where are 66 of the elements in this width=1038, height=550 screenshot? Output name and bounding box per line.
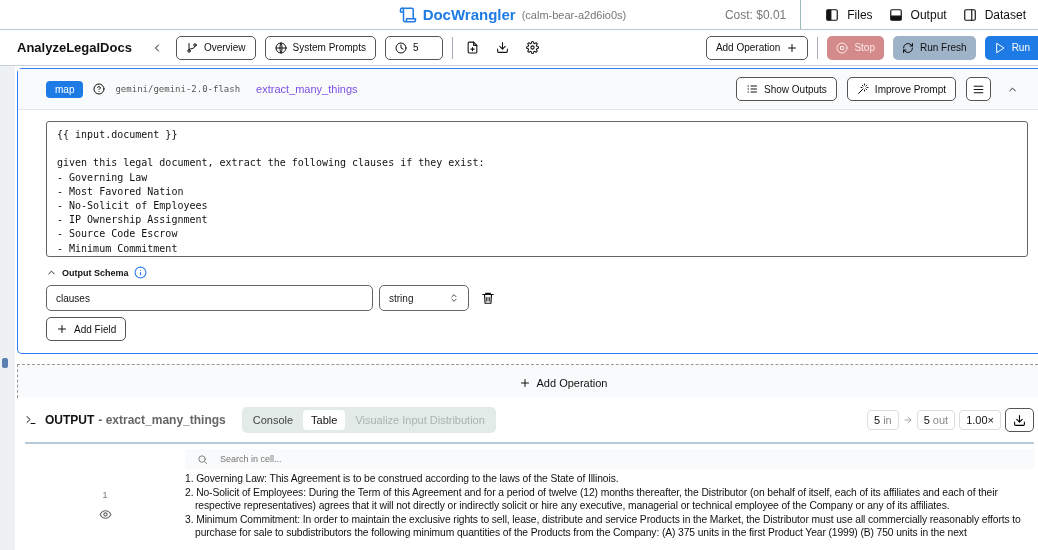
run-button[interactable]: Run [984, 35, 1038, 60]
play-icon [993, 41, 1006, 54]
up-down-icon [449, 293, 459, 303]
output-count: 5 out [916, 410, 956, 430]
operation-type-badge: map [46, 80, 84, 98]
input-count: 5 in [867, 410, 899, 430]
add-operation-button[interactable]: Add Operation [448, 375, 608, 391]
run-fresh-button[interactable]: Run Fresh [892, 35, 976, 60]
operation-button[interactable]: Show Outputs [736, 77, 837, 101]
plus-icon [56, 323, 68, 335]
arrow-right-icon [902, 415, 913, 425]
output-tab[interactable]: Console [244, 410, 302, 430]
toolbar-button[interactable]: Overview [175, 35, 256, 60]
menu-button[interactable] [966, 77, 991, 101]
cost-label: Cost: $0.01 [724, 0, 802, 29]
panel-toggle[interactable]: Files [825, 7, 873, 22]
resize-handle-icon[interactable] [2, 358, 8, 368]
output-title: OUTPUT [45, 413, 95, 427]
magic-wand-icon [856, 83, 869, 95]
plus-icon [786, 41, 799, 54]
add-operation-button[interactable]: Add Operation [705, 35, 809, 60]
schema-title: Output Schema [62, 267, 129, 278]
session-name: (calm-bear-a2d6io0s) [521, 8, 627, 21]
search-icon [197, 453, 208, 465]
file-plus-icon [465, 41, 479, 54]
refresh-icon [901, 41, 914, 54]
stop-icon [836, 41, 849, 54]
clock-icon [394, 41, 407, 54]
prompt-field[interactable]: {{ input.document }} given this legal document, extract the following clauses if they exist: - Governing Law - Most Favored Nation - No-Solicit of Employees - IP Ownership Assignment - Source Code Escrow - Minimum Commitment [46, 121, 1028, 257]
add-field-button[interactable]: Add Field [46, 317, 127, 341]
app-title: DocWrangler [422, 6, 516, 23]
operation-button[interactable]: Improve Prompt [846, 77, 956, 101]
selectivity-label: 1.00× [959, 410, 1001, 430]
download-icon [1013, 413, 1026, 427]
terminal-icon [25, 414, 37, 426]
type-select[interactable]: string [379, 285, 469, 311]
panel-bottom-icon [888, 7, 903, 22]
sample-size-field[interactable]: 5 [384, 35, 443, 60]
clause-text: 2. No-Solicit of Employees: During the Term of this Agreement and for a period of twelve (12) months thereafter, the Distributor (on behalf of itself, each of its affiliates and each of their respective representatives) agrees that it will not directly or indirectly solicit or hire any executive, managerial or technical employee of the Company or any of its affiliates. [185, 485, 999, 513]
clause-text: 1. Governing Law: This Agreement is to be construed according to the laws of the State of Illinois. [185, 472, 620, 486]
download-icon [495, 41, 509, 54]
toolbar-button[interactable]: System Prompts [264, 35, 376, 60]
operation-name[interactable]: extract_many_things [256, 83, 358, 95]
help-icon [93, 83, 106, 95]
settings-icon [525, 41, 539, 54]
pipeline-name: AnalyzeLegalDocs [17, 40, 132, 55]
info-icon [133, 266, 147, 279]
panel-toggle[interactable]: Output [888, 7, 947, 22]
output-tab[interactable]: Table [303, 410, 346, 430]
cell-search-field[interactable]: Search in cell... [220, 454, 420, 464]
output-operation-name: - extract_many_things [98, 413, 226, 427]
eye-icon [98, 508, 112, 521]
globe-icon [274, 41, 287, 54]
sidebar-left-icon [825, 7, 840, 22]
clause-text: 3. Minimum Commitment: In order to maintain the exclusive rights to sell, lease, distribute and service Products in the Market, the Distributor must use all commercially reasonably efforts to purchase for sale to subdistributors the following minimum quantities of the Products from the Company: (A) 375 units in the first Product Year (1999) (B) 750 units in the next [185, 512, 1022, 540]
list-icon [746, 83, 759, 95]
model-name: gemini/gemini-2.0-flash [115, 84, 241, 94]
scroll-icon [398, 5, 417, 24]
plus-icon [518, 377, 531, 389]
field-name-input[interactable]: clauses [46, 285, 373, 311]
row-index: 1 [102, 490, 108, 500]
branch-icon [185, 41, 198, 54]
download-button[interactable] [1005, 408, 1034, 432]
sidebar-right-icon [962, 7, 977, 22]
trash-icon [481, 291, 495, 305]
panel-toggle[interactable]: Dataset [962, 7, 1026, 22]
